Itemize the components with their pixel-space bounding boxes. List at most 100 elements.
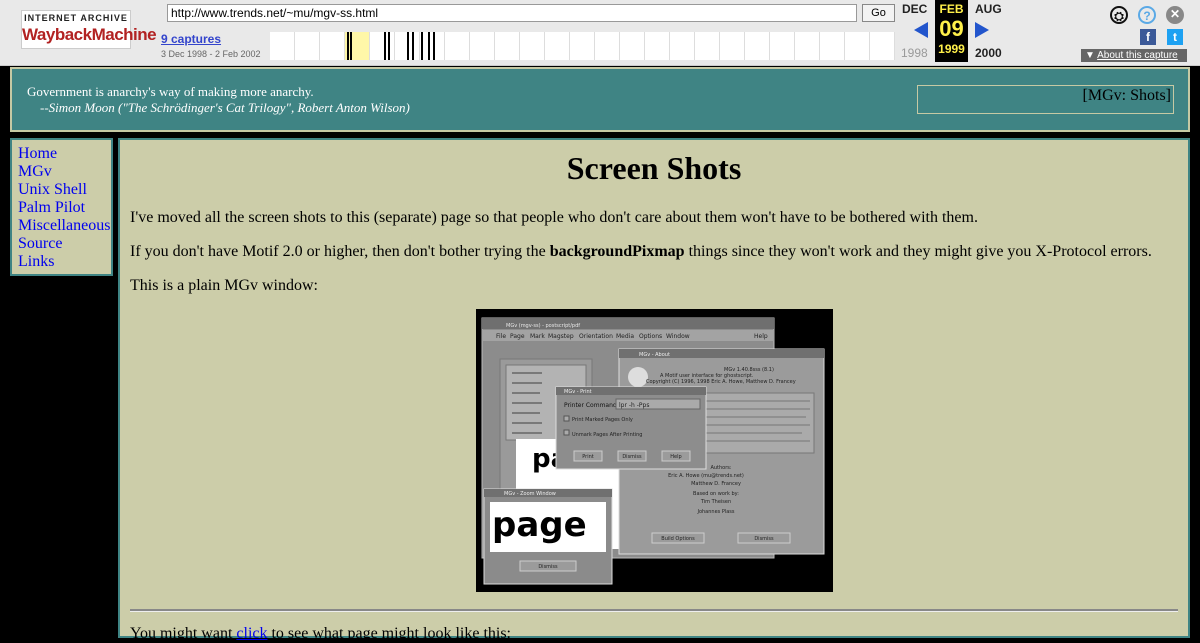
sparkline-cell[interactable] <box>795 32 820 60</box>
capture-mark[interactable] <box>433 32 436 60</box>
background-pixmap-term: backgroundPixmap <box>549 243 685 260</box>
ss-print-dismiss-button: Dismiss <box>622 454 642 460</box>
sparkline-cell[interactable] <box>570 32 595 60</box>
sparkline-cell[interactable] <box>445 32 470 60</box>
ss-zoom-title: MGv - Zoom Window <box>504 491 556 497</box>
ss-print-value: lpr -h -Pps <box>619 402 649 409</box>
facebook-icon[interactable]: f <box>1140 29 1156 45</box>
ss-print-option-2: Unmark Pages After Printing <box>572 432 642 438</box>
prev-year[interactable]: 1998 <box>901 46 928 60</box>
capture-range: 3 Dec 1998 - 2 Feb 2002 <box>161 49 261 59</box>
capture-mark[interactable] <box>407 32 409 60</box>
help-icon[interactable]: ? <box>1138 6 1156 24</box>
sparkline-cell[interactable] <box>820 32 845 60</box>
ss-print-title: MGv - Print <box>564 389 592 395</box>
prev-month[interactable]: DEC <box>902 2 927 16</box>
ss-credit-6: Johannes Plass <box>696 509 734 515</box>
intro-paragraph: I've moved all the screen shots to this … <box>130 209 978 226</box>
ss-menu-options: Options <box>639 333 662 340</box>
sparkline-cell[interactable] <box>420 32 445 60</box>
ss-menu-media: Media <box>616 333 634 340</box>
nav-link-source[interactable]: Source <box>18 235 111 253</box>
url-input[interactable] <box>167 4 857 22</box>
motif-note-paragraph: If you don't have Motif 2.0 or higher, t… <box>130 243 1152 261</box>
sparkline-cell[interactable] <box>595 32 620 60</box>
ss-menu-help: Help <box>754 333 768 340</box>
wayback-toolbar: INTERNET ARCHIVE WaybackMachine Go 9 cap… <box>0 0 1200 66</box>
ss-credit-5: Tim Theisen <box>700 499 731 505</box>
next-capture-arrow-icon[interactable] <box>975 22 989 38</box>
sparkline-cell[interactable] <box>520 32 545 60</box>
captures-link[interactable]: 9 captures <box>161 32 221 46</box>
ss-menu-magstep: Magstep <box>548 333 574 340</box>
mgv-screenshot-image: MGv (mgv-ss) - postscript/pdf File Page … <box>476 309 833 592</box>
ss-credit-4: Based on work by: <box>693 491 739 497</box>
broken-image-shots: [MGv: Shots] <box>917 85 1174 114</box>
bottom-click-link[interactable]: click <box>236 625 267 642</box>
nav-link-mgv[interactable]: MGv <box>18 163 111 181</box>
next-year[interactable]: 2000 <box>975 46 1002 60</box>
current-day: 09 <box>939 16 964 41</box>
sparkline-cell[interactable] <box>645 32 670 60</box>
capture-mark[interactable] <box>388 32 390 60</box>
about-capture-button[interactable]: ▼ About this capture <box>1081 49 1187 62</box>
capture-sparkline[interactable] <box>270 32 895 60</box>
plain-window-caption: This is a plain MGv window: <box>130 277 318 294</box>
ss-print-button: Print <box>582 454 594 460</box>
wayback-logo[interactable]: INTERNET ARCHIVE WaybackMachine <box>21 10 157 49</box>
go-button[interactable]: Go <box>862 4 895 22</box>
bottom-text-end: to see what page might look like this: <box>267 625 511 642</box>
next-month[interactable]: AUG <box>975 2 1002 16</box>
page-title: Screen Shots <box>566 150 742 186</box>
nav-link-palm-pilot[interactable]: Palm Pilot <box>18 199 111 217</box>
sparkline-cell[interactable] <box>845 32 870 60</box>
nav-link-unix-shell[interactable]: Unix Shell <box>18 181 111 199</box>
ss-print-option-1: Print Marked Pages Only <box>572 417 633 423</box>
sparkline-cell[interactable] <box>695 32 720 60</box>
capture-mark[interactable] <box>411 32 414 60</box>
sparkline-cell[interactable] <box>670 32 695 60</box>
sidebar-nav: Home MGv Unix Shell Palm Pilot Miscellan… <box>10 138 113 276</box>
ss-menu-page: Page <box>510 333 525 340</box>
nav-link-home[interactable]: Home <box>18 145 111 163</box>
sparkline-cell[interactable] <box>470 32 495 60</box>
sparkline-cell[interactable] <box>395 32 420 60</box>
sparkline-cell[interactable] <box>745 32 770 60</box>
sparkline-cell[interactable] <box>620 32 645 60</box>
capture-mark[interactable] <box>384 32 387 60</box>
sparkline-cell[interactable] <box>770 32 795 60</box>
close-icon[interactable]: ✕ <box>1166 6 1184 24</box>
sparkline-cell[interactable] <box>295 32 320 60</box>
user-icon[interactable]: ⛭ <box>1110 6 1128 24</box>
sparkline-cell[interactable] <box>370 32 395 60</box>
ss-menu-orientation: Orientation <box>579 333 613 340</box>
current-year: 1999 <box>938 42 965 56</box>
ss-menu-file: File <box>496 333 506 340</box>
section-divider <box>130 609 1178 612</box>
motif-note-start: If you don't have Motif 2.0 or higher, t… <box>130 243 550 260</box>
prev-capture-arrow-icon[interactable] <box>914 22 928 38</box>
ss-about-dismiss-button: Dismiss <box>754 536 774 542</box>
sparkline-cell[interactable] <box>495 32 520 60</box>
ss-main-title: MGv (mgv-ss) - postscript/pdf <box>506 323 580 329</box>
caret-down-icon: ▼ <box>1085 50 1095 61</box>
capture-mark[interactable] <box>349 32 352 60</box>
bottom-text-start: You might want <box>130 625 237 642</box>
twitter-icon[interactable]: t <box>1167 29 1183 45</box>
nav-link-links[interactable]: Links <box>18 253 111 271</box>
capture-mark[interactable] <box>421 32 424 60</box>
capture-mark[interactable] <box>428 32 431 60</box>
ss-print-help-button: Help <box>670 454 681 460</box>
sparkline-cell[interactable] <box>345 32 370 60</box>
ss-about-line-3: Copyright (C) 1996, 1998 Eric A. Howe, M… <box>646 379 796 385</box>
main-content: Screen Shots I've moved all the screen s… <box>118 138 1190 642</box>
sparkline-cell[interactable] <box>270 32 295 60</box>
logo-top-text: INTERNET ARCHIVE <box>24 13 128 23</box>
sparkline-cell[interactable] <box>720 32 745 60</box>
current-capture-date: FEB 09 1999 <box>935 0 968 62</box>
ss-credit-2: Eric A. Howe (mu@trends.net) <box>668 473 744 479</box>
nav-link-miscellaneous[interactable]: Miscellaneous <box>18 217 111 235</box>
sparkline-cell[interactable] <box>545 32 570 60</box>
sparkline-cell[interactable] <box>870 32 895 60</box>
sparkline-cell[interactable] <box>320 32 345 60</box>
